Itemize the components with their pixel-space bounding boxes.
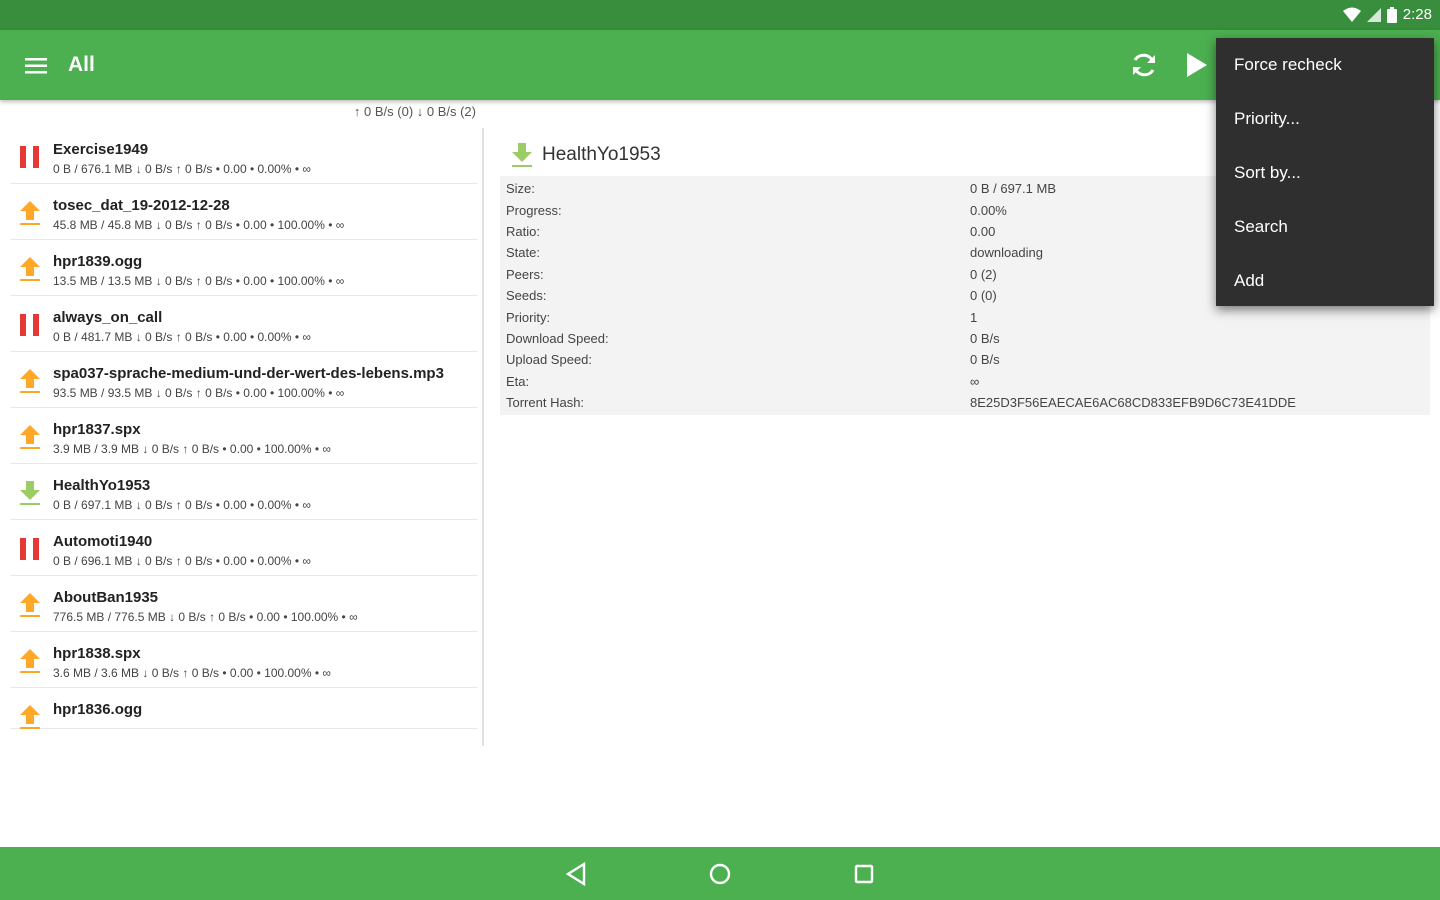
torrent-row[interactable]: HealthYo1953 0 B / 697.1 MB ↓ 0 B/s ↑ 0 B…	[10, 464, 478, 520]
detail-label: Seeds:	[506, 288, 547, 304]
torrent-row[interactable]: Exercise1949 0 B / 676.1 MB ↓ 0 B/s ↑ 0 B…	[10, 128, 478, 184]
upload-arrow-icon	[20, 649, 40, 673]
torrent-row[interactable]: AboutBan1935 776.5 MB / 776.5 MB ↓ 0 B/s …	[10, 576, 478, 632]
overflow-menu: Force recheck Priority... Sort by... Search…	[1216, 38, 1434, 306]
torrent-info: 13.5 MB / 13.5 MB ↓ 0 B/s ↑ 0 B/s • 0.00…	[53, 274, 345, 288]
download-arrow-icon	[20, 481, 40, 505]
recents-icon[interactable]	[850, 860, 878, 888]
torrent-name: HealthYo1953	[53, 477, 151, 494]
detail-value: 1	[970, 309, 978, 325]
detail-title: HealthYo1953	[542, 144, 661, 165]
detail-value: 0 B/s	[970, 330, 1000, 346]
torrent-name: tosec_dat_19-2012-12-28	[53, 197, 230, 214]
pause-icon	[20, 314, 39, 336]
torrent-info: 0 B / 696.1 MB ↓ 0 B/s ↑ 0 B/s • 0.00 • …	[53, 554, 311, 568]
torrent-info: 3.9 MB / 3.9 MB ↓ 0 B/s ↑ 0 B/s • 0.00 •…	[53, 442, 331, 456]
home-icon[interactable]	[706, 860, 734, 888]
torrent-info: 0 B / 676.1 MB ↓ 0 B/s ↑ 0 B/s • 0.00 • …	[53, 162, 311, 176]
torrent-info: 0 B / 481.7 MB ↓ 0 B/s ↑ 0 B/s • 0.00 • …	[53, 330, 311, 344]
torrent-name: hpr1839.ogg	[53, 253, 143, 270]
torrent-name: Exercise1949	[53, 141, 149, 158]
status-bar: 2:28	[0, 0, 1440, 30]
upload-arrow-icon	[20, 257, 40, 281]
torrent-row[interactable]: always_on_call 0 B / 481.7 MB ↓ 0 B/s ↑ 0…	[10, 296, 478, 352]
upload-arrow-icon	[20, 705, 40, 729]
wifi-icon	[1342, 7, 1361, 22]
torrent-list[interactable]: Exercise1949 0 B / 676.1 MB ↓ 0 B/s ↑ 0 B…	[10, 128, 478, 740]
system-nav-bar	[0, 847, 1440, 900]
torrent-name: hpr1837.spx	[53, 421, 141, 438]
battery-icon	[1386, 6, 1397, 23]
pause-icon	[20, 538, 39, 560]
torrent-name: spa037-sprache-medium-und-der-wert-des-l…	[53, 365, 444, 382]
detail-label: Download Speed:	[506, 330, 609, 346]
detail-row: Priority: 1	[500, 306, 1430, 327]
detail-label: Priority:	[506, 309, 551, 325]
status-time: 2:28	[1402, 6, 1432, 23]
upload-arrow-icon	[20, 593, 40, 617]
menu-item-sort-by[interactable]: Sort by...	[1216, 146, 1434, 200]
detail-label: Progress:	[506, 202, 562, 218]
torrent-row[interactable]: hpr1838.spx 3.6 MB / 3.6 MB ↓ 0 B/s ↑ 0 B…	[10, 632, 478, 688]
upload-arrow-icon	[20, 369, 40, 393]
detail-row: Eta: ∞	[500, 371, 1430, 392]
back-icon[interactable]	[562, 860, 590, 888]
torrent-name: always_on_call	[53, 309, 163, 326]
torrent-info: 776.5 MB / 776.5 MB ↓ 0 B/s ↑ 0 B/s • 0.…	[53, 610, 358, 624]
detail-label: Peers:	[506, 266, 544, 282]
torrent-row[interactable]: hpr1839.ogg 13.5 MB / 13.5 MB ↓ 0 B/s ↑ 0…	[10, 240, 478, 296]
pane-divider	[482, 128, 484, 746]
play-icon[interactable]	[1180, 49, 1212, 81]
cell-signal-icon	[1366, 7, 1381, 22]
torrent-row[interactable]: tosec_dat_19-2012-12-28 45.8 MB / 45.8 MB…	[10, 184, 478, 240]
menu-item-force-recheck[interactable]: Force recheck	[1216, 38, 1434, 92]
pause-icon	[20, 146, 39, 168]
detail-label: Upload Speed:	[506, 352, 593, 368]
detail-value: 8E25D3F56EAECAE6AC68CD833EFB9D6C73E41DDE	[970, 395, 1296, 411]
detail-value: ∞	[970, 373, 980, 389]
torrent-info: 3.6 MB / 3.6 MB ↓ 0 B/s ↑ 0 B/s • 0.00 •…	[53, 666, 331, 680]
torrent-row[interactable]: hpr1837.spx 3.9 MB / 3.9 MB ↓ 0 B/s ↑ 0 B…	[10, 408, 478, 464]
detail-label: Ratio:	[506, 223, 540, 239]
torrent-name: hpr1836.ogg	[53, 701, 143, 718]
torrent-name: Automoti1940	[53, 533, 153, 550]
torrent-info: 93.5 MB / 93.5 MB ↓ 0 B/s ↑ 0 B/s • 0.00…	[53, 386, 345, 400]
detail-label: State:	[506, 245, 540, 261]
detail-row: Torrent Hash: 8E25D3F56EAECAE6AC68CD833EF…	[500, 392, 1430, 413]
download-arrow-icon	[512, 143, 532, 167]
torrent-info: 0 B / 697.1 MB ↓ 0 B/s ↑ 0 B/s • 0.00 • …	[53, 498, 311, 512]
torrent-name: hpr1838.spx	[53, 645, 141, 662]
torrent-row[interactable]: Automoti1940 0 B / 696.1 MB ↓ 0 B/s ↑ 0 B…	[10, 520, 478, 576]
torrent-name: AboutBan1935	[53, 589, 159, 606]
torrent-row[interactable]: hpr1836.ogg	[10, 688, 478, 729]
hamburger-menu-icon[interactable]	[20, 52, 52, 80]
menu-item-search[interactable]: Search	[1216, 200, 1434, 254]
speed-summary: ↑ 0 B/s (0) ↓ 0 B/s (2)	[353, 104, 476, 119]
detail-row: Upload Speed: 0 B/s	[500, 349, 1430, 370]
menu-item-add[interactable]: Add	[1216, 254, 1434, 308]
torrent-row[interactable]: spa037-sprache-medium-und-der-wert-des-l…	[10, 352, 478, 408]
detail-value: 0 B/s	[970, 352, 1000, 368]
detail-label: Eta:	[506, 373, 530, 389]
menu-item-priority[interactable]: Priority...	[1216, 92, 1434, 146]
detail-row: Download Speed: 0 B/s	[500, 328, 1430, 349]
toolbar-title: All	[68, 53, 95, 76]
upload-arrow-icon	[20, 201, 40, 225]
upload-arrow-icon	[20, 425, 40, 449]
refresh-icon[interactable]	[1128, 49, 1160, 81]
torrent-info: 45.8 MB / 45.8 MB ↓ 0 B/s ↑ 0 B/s • 0.00…	[53, 218, 345, 232]
detail-label: Size:	[506, 181, 535, 197]
detail-label: Torrent Hash:	[506, 395, 585, 411]
